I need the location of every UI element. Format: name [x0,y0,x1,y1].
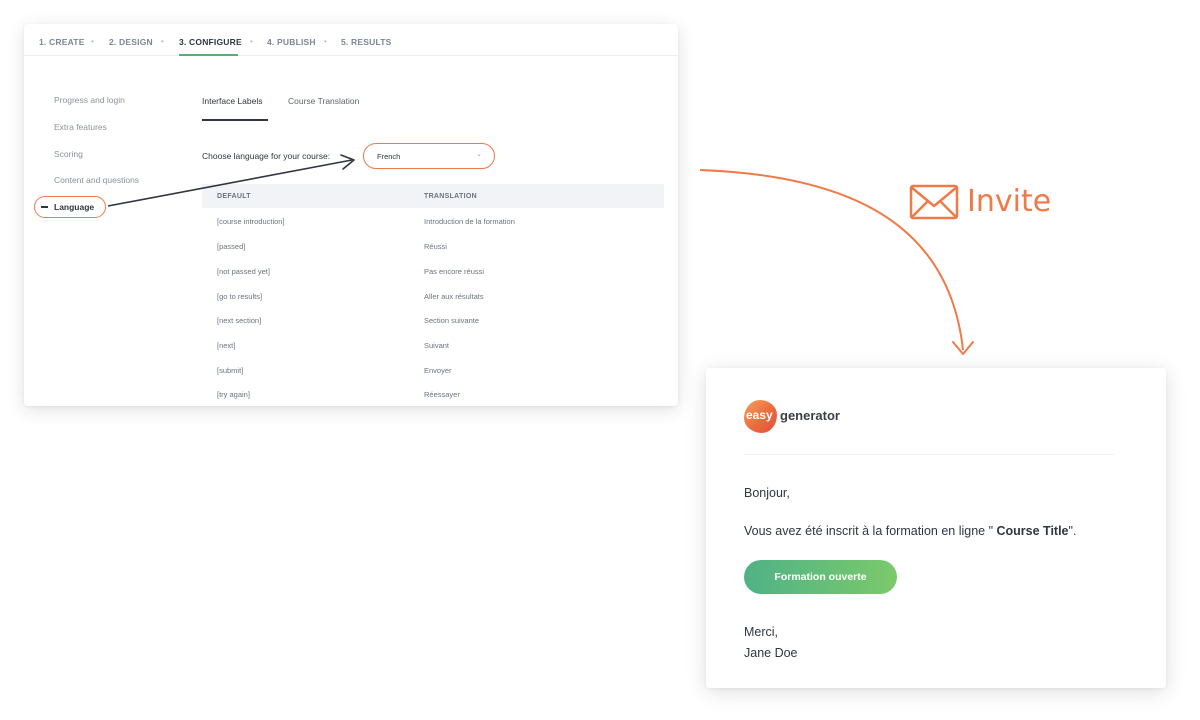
email-body: Vous avez été inscrit à la formation en … [744,524,1076,538]
active-tab-indicator [202,119,268,121]
logo-text-easy: easy [746,408,773,422]
table-row: [go to results] Aller aux résultats [202,292,664,317]
table-header: DEFAULT TRANSLATION [202,184,664,208]
table-row: [try again] Réessayer [202,390,664,406]
logo-text-generator: generator [780,408,840,423]
translation-cell[interactable]: Pas encore réussi [424,267,484,276]
translation-cell[interactable]: Réessayer [424,390,460,399]
tab-interface-labels[interactable]: Interface Labels [202,96,262,106]
configure-panel: 1. CREATE • 2. DESIGN • 3. CONFIGURE • 4… [24,24,678,406]
email-divider [744,454,1114,455]
email-signoff: Merci, [744,625,779,639]
step-separator: • [91,37,94,46]
default-cell: [try again] [217,390,250,399]
active-step-indicator [179,54,238,56]
email-signature: Jane Doe [744,646,798,660]
step-separator: • [250,37,253,46]
open-course-button[interactable]: Formation ouverte [744,560,897,594]
table-row: [submit] Envoyer [202,366,664,391]
column-header-default: DEFAULT [217,193,251,200]
step-create[interactable]: 1. CREATE [39,37,85,47]
default-cell: [passed] [217,242,246,251]
table-row: [course introduction] Introduction de la… [202,217,664,242]
default-cell: [submit] [217,366,244,375]
table-row: [not passed yet] Pas encore réussi [202,267,664,292]
sidebar-item-language[interactable]: Language [34,196,106,218]
language-select[interactable]: French ⌄ [363,143,495,169]
step-separator: • [324,37,327,46]
active-dash-icon [41,206,48,208]
table-row: [passed] Réussi [202,242,664,267]
sidebar-item-progress-and-login[interactable]: Progress and login [54,95,125,105]
step-separator: • [161,37,164,46]
invite-label-group: Invite [909,182,1059,222]
translation-cell[interactable]: Introduction de la formation [424,217,515,226]
step-design[interactable]: 2. DESIGN [109,37,153,47]
easygenerator-logo: easy generator [744,400,884,436]
email-body-prefix: Vous avez été inscrit à la formation en … [744,524,994,538]
envelope-icon [909,184,959,220]
translation-cell[interactable]: Suivant [424,341,449,350]
table-row: [next] Suivant [202,341,664,366]
default-cell: [next section] [217,316,262,325]
table-row: [next section] Section suivante [202,316,664,341]
sidebar-item-label: Language [54,202,95,212]
translation-cell[interactable]: Envoyer [424,366,452,375]
translation-cell[interactable]: Section suivante [424,316,479,325]
tab-course-translation[interactable]: Course Translation [288,96,359,106]
step-navigation: 1. CREATE • 2. DESIGN • 3. CONFIGURE • 4… [24,24,678,56]
translation-cell[interactable]: Aller aux résultats [424,292,484,301]
sidebar-item-scoring[interactable]: Scoring [54,149,83,159]
invite-label: Invite [967,184,1052,219]
invitation-email: easy generator Bonjour, Vous avez été in… [706,368,1166,688]
course-title: Course Title [993,524,1069,538]
column-header-translation: TRANSLATION [424,193,477,200]
email-greeting: Bonjour, [744,486,790,500]
default-cell: [not passed yet] [217,267,270,276]
language-label: Choose language for your course: [202,151,331,161]
email-body-suffix: ". [1068,524,1077,538]
default-cell: [go to results] [217,292,263,301]
step-publish[interactable]: 4. PUBLISH [267,37,316,47]
sidebar-item-extra-features[interactable]: Extra features [54,122,107,132]
sidebar-item-content-and-questions[interactable]: Content and questions [54,175,139,185]
translation-cell[interactable]: Réussi [424,242,447,251]
step-results[interactable]: 5. RESULTS [341,37,392,47]
language-select-value: French [377,152,401,161]
chevron-down-icon: ⌄ [476,151,482,158]
step-configure[interactable]: 3. CONFIGURE [179,37,242,47]
default-cell: [course introduction] [217,217,285,226]
default-cell: [next] [217,341,236,350]
